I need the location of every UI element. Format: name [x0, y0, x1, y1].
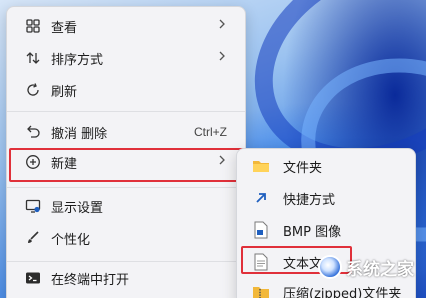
desktop-context-menu: 查看 排序方式 刷新 撤消 删除 Ctrl+Z 新建 显示设置 个性化 在终端中… — [6, 6, 246, 298]
watermark-logo-icon — [318, 255, 342, 279]
chevron-right-icon — [217, 50, 227, 66]
menu-item-undo-delete[interactable]: 撤消 删除 Ctrl+Z — [11, 117, 241, 147]
display-settings-icon — [23, 196, 43, 216]
menu-item-label: 查看 — [51, 20, 78, 36]
undo-icon — [23, 122, 43, 142]
submenu-item-label: BMP 图像 — [283, 224, 342, 240]
menu-item-refresh[interactable]: 刷新 — [11, 75, 241, 105]
submenu-item-folder[interactable]: 文件夹 — [241, 151, 411, 181]
menu-item-label: 撤消 删除 — [51, 126, 108, 142]
menu-item-view[interactable]: 查看 — [11, 11, 241, 41]
menu-divider — [7, 111, 245, 112]
submenu-item-shortcut[interactable]: 快捷方式 — [241, 183, 411, 213]
bmp-image-icon — [251, 220, 271, 240]
menu-item-label: 排序方式 — [51, 52, 104, 68]
submenu-item-label: 压缩(zipped)文件夹 — [283, 286, 402, 298]
menu-item-label: 刷新 — [51, 84, 78, 100]
menu-item-label: 显示设置 — [51, 200, 104, 216]
watermark-text: 系统之家 — [346, 259, 414, 280]
site-watermark: 系统之家 — [318, 252, 414, 282]
grid-icon — [23, 16, 43, 36]
menu-item-label: 个性化 — [51, 232, 91, 248]
shortcut-icon — [251, 188, 271, 208]
submenu-item-label: 文件夹 — [283, 160, 323, 176]
terminal-icon — [23, 268, 43, 288]
submenu-item-bmp-image[interactable]: BMP 图像 — [241, 215, 411, 245]
sort-icon — [23, 48, 43, 68]
menu-item-display-settings[interactable]: 显示设置 — [11, 191, 241, 221]
submenu-item-label: 快捷方式 — [283, 192, 336, 208]
menu-item-open-in-terminal[interactable]: 在终端中打开 — [11, 263, 241, 293]
menu-item-sort-by[interactable]: 排序方式 — [11, 43, 241, 73]
menu-item-personalize[interactable]: 个性化 — [11, 223, 241, 253]
chevron-right-icon — [217, 18, 227, 34]
highlight-box-new — [9, 148, 245, 182]
menu-divider — [7, 187, 245, 188]
menu-item-label: 在终端中打开 — [51, 272, 130, 288]
zip-folder-icon — [251, 282, 271, 298]
brush-icon — [23, 228, 43, 248]
menu-divider — [7, 261, 245, 262]
shortcut-text: Ctrl+Z — [194, 125, 227, 139]
refresh-icon — [23, 80, 43, 100]
folder-icon — [251, 156, 271, 176]
